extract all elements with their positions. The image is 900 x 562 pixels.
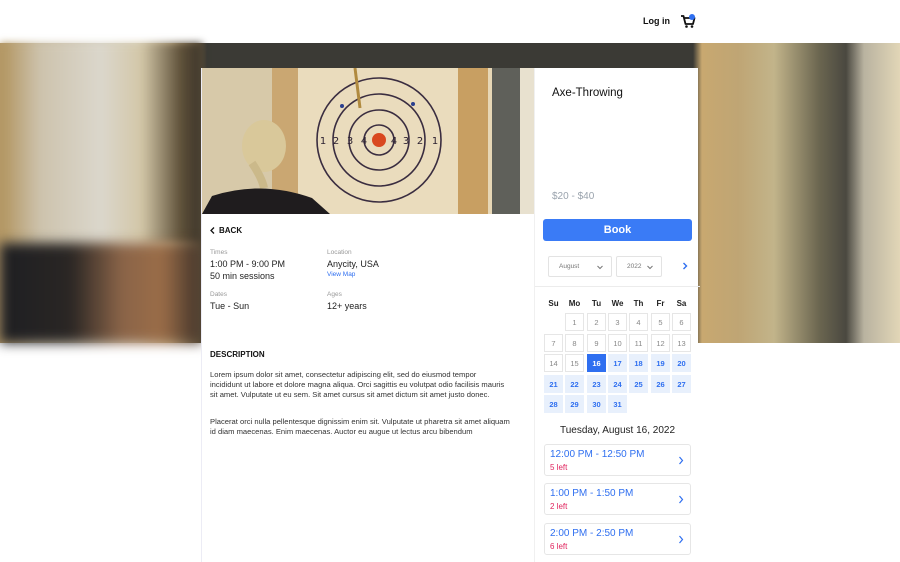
calendar-day: 8	[565, 334, 584, 352]
calendar-day: 4	[629, 313, 648, 331]
chevron-down-icon	[647, 265, 653, 270]
svg-text:4: 4	[391, 136, 397, 147]
dates-label: Dates	[210, 291, 227, 298]
ages-value: 12+ years	[327, 301, 367, 311]
calendar-day: 7	[544, 334, 563, 352]
session-length: 50 min sessions	[210, 271, 275, 281]
calendar-day[interactable]: 29	[565, 395, 584, 413]
weekday-label: Sa	[676, 299, 687, 308]
selected-date-heading: Tuesday, August 16, 2022	[559, 425, 676, 436]
calendar-day: 14	[544, 354, 563, 372]
description-paragraph: Placerat orci nulla pellentesque digniss…	[210, 417, 510, 436]
calendar-day[interactable]: 26	[651, 375, 670, 393]
back-button[interactable]: BACK	[210, 226, 242, 235]
calendar-day: 5	[651, 313, 670, 331]
calendar-day[interactable]: 27	[672, 375, 691, 393]
view-map-link[interactable]: View Map	[327, 271, 355, 278]
location-label: Location	[327, 249, 352, 256]
hero-background-left-bottom	[0, 243, 202, 343]
chevron-down-icon	[597, 265, 603, 270]
booking-sidebar: Axe-Throwing $20 - $40 Book August 20 2 2 …	[534, 68, 700, 562]
calendar-day[interactable]: 23	[587, 375, 606, 393]
slot-time: 2:00 PM - 2:50 PM	[550, 528, 634, 539]
year-select-value: 2022	[627, 263, 642, 270]
times-label: Times	[210, 249, 228, 256]
slot-remaining: 5 left	[550, 463, 568, 472]
ages-label: Ages	[327, 291, 342, 298]
weekday-label: Fr	[656, 299, 665, 308]
activity-photo: 1234 4321	[202, 68, 534, 214]
cart-badge	[689, 14, 695, 20]
top-navigation-bar: Log in	[0, 0, 900, 43]
month-select-value: August	[559, 263, 580, 270]
calendar-day: 12	[651, 334, 670, 352]
next-month-icon[interactable]	[681, 261, 689, 271]
activity-panel: 1234 4321 BACK Times 1:00 PM - 9:00 PM 5…	[201, 68, 700, 562]
calendar-day: 10	[608, 334, 627, 352]
slot-remaining: 2 left	[550, 502, 568, 511]
chevron-right-icon	[679, 535, 684, 544]
activity-title: Axe-Throwing	[552, 87, 623, 99]
weekday-label: Th	[633, 299, 644, 308]
calendar-day: 1	[565, 313, 584, 331]
calendar-day[interactable]: 21	[544, 375, 563, 393]
calendar-day: 2	[587, 313, 606, 331]
calendar-day: 6	[672, 313, 691, 331]
weekday-label: Su	[548, 299, 559, 308]
calendar-day: 11	[629, 334, 648, 352]
slot-time: 1:00 PM - 1:50 PM	[550, 488, 634, 499]
chevron-right-icon	[679, 456, 684, 465]
calendar-day: 15	[565, 354, 584, 372]
description-heading: DESCRIPTION	[210, 350, 265, 359]
weekday-label: Tu	[591, 299, 602, 308]
svg-text:4: 4	[361, 136, 367, 147]
calendar-day[interactable]: 17	[608, 354, 627, 372]
weekday-label: We	[611, 299, 624, 308]
svg-text:1: 1	[432, 136, 438, 147]
calendar-day[interactable]: 20	[672, 354, 691, 372]
svg-text:1: 1	[320, 136, 326, 147]
slot-time: 12:00 PM - 12:50 PM	[550, 449, 645, 460]
calendar-day[interactable]: 28	[544, 395, 563, 413]
svg-text:3: 3	[347, 136, 353, 147]
calendar-day[interactable]: 30	[587, 395, 606, 413]
price-range: $20 - $40	[552, 191, 595, 202]
description-paragraph: Lorem ipsum dolor sit amet, consectetur …	[210, 370, 505, 399]
hero-background-left	[0, 43, 202, 243]
calendar-divider	[535, 286, 700, 287]
dates-value: Tue - Sun	[210, 301, 250, 311]
activity-details: 1234 4321 BACK Times 1:00 PM - 9:00 PM 5…	[202, 68, 534, 562]
time-slot[interactable]: 12:00 PM - 12:50 PM 5 left	[544, 444, 691, 476]
calendar-day[interactable]: 25	[629, 375, 648, 393]
axe-target-image: 1234 4321	[202, 68, 534, 214]
login-link[interactable]: Log in	[643, 16, 670, 26]
book-button[interactable]: Book	[543, 219, 692, 241]
calendar-day[interactable]: 18	[629, 354, 648, 372]
chevron-left-icon	[210, 227, 215, 234]
calendar-day[interactable]: 31	[608, 395, 627, 413]
calendar-day: 13	[672, 334, 691, 352]
calendar-day[interactable]: 19	[651, 354, 670, 372]
calendar-day[interactable]: 22	[565, 375, 584, 393]
calendar-day-selected[interactable]: 16	[587, 354, 606, 372]
svg-text:2: 2	[333, 136, 339, 147]
year-select[interactable]: 2022	[616, 256, 662, 277]
weekday-label: Mo	[568, 299, 581, 308]
chevron-right-icon	[679, 495, 684, 504]
calendar-day[interactable]: 24	[608, 375, 627, 393]
month-select[interactable]: August	[548, 256, 612, 277]
location-value: Anycity, USA	[327, 259, 379, 269]
time-slot[interactable]: 1:00 PM - 1:50 PM 2 left	[544, 483, 691, 515]
back-label: BACK	[219, 226, 243, 235]
time-slot[interactable]: 2:00 PM - 2:50 PM 6 left	[544, 523, 691, 555]
svg-text:2: 2	[417, 136, 423, 147]
svg-text:3: 3	[403, 136, 409, 147]
calendar-day: 3	[608, 313, 627, 331]
times-value: 1:00 PM - 9:00 PM	[210, 259, 286, 269]
slot-remaining: 6 left	[550, 542, 568, 551]
calendar-day: 9	[587, 334, 606, 352]
